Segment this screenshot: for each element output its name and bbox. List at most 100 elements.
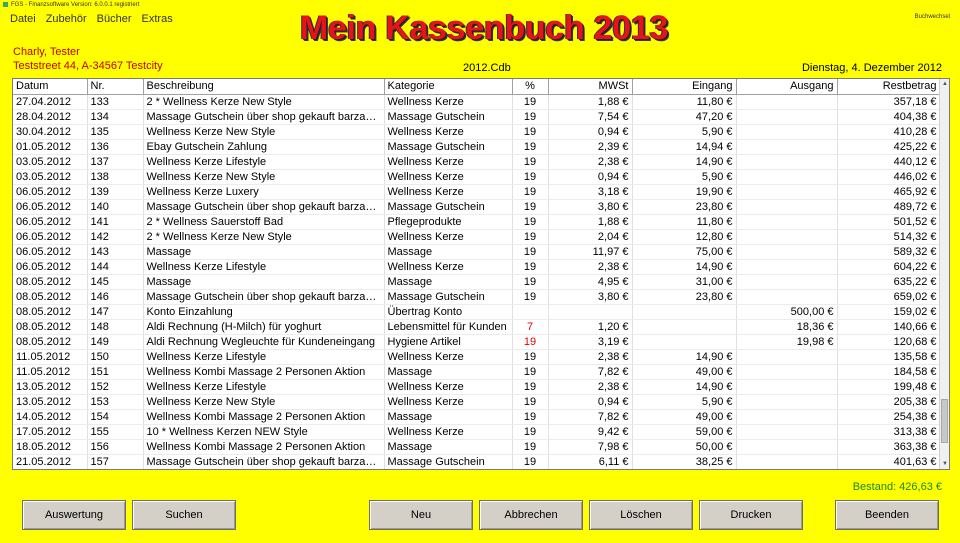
- cell-restbetrag: 254,38 €: [837, 409, 941, 425]
- user-name: Charly, Tester: [13, 46, 80, 58]
- table-row[interactable]: 21.05.2012158Wellness Kombi Massage 1ne …: [13, 469, 940, 470]
- table-row[interactable]: 06.05.2012 140 Massage Gutschein über shop…: [13, 199, 941, 215]
- cell-mwst: 3,18 €: [548, 184, 633, 200]
- cell-kategorie: Wellness Kombi Massa...: [384, 469, 512, 470]
- cell-restbetrag: 184,58 €: [837, 364, 941, 380]
- table-row[interactable]: 13.05.2012 152 Wellness Kerze Lifestyle Wel…: [13, 379, 941, 395]
- table-row[interactable]: 08.05.2012 146 Massage Gutschein über shop…: [13, 289, 941, 305]
- suchen-button[interactable]: Suchen: [132, 500, 236, 530]
- table-row[interactable]: 14.05.2012 154 Wellness Kombi Massage 2 Pe…: [13, 409, 941, 425]
- cell-eingang: 23,80 €: [632, 289, 737, 305]
- cell-kategorie: Massage Gutschein: [384, 454, 513, 469]
- cell-eingang: [632, 334, 737, 350]
- cell-ausgang: [736, 364, 838, 380]
- col-prozent[interactable]: %: [512, 79, 549, 95]
- table-row[interactable]: 08.05.2012 148 Aldi Rechnung (H-Milch) für…: [13, 319, 941, 335]
- cell-mwst: 6,11 €: [548, 454, 633, 469]
- table-row[interactable]: 17.05.2012 155 10 * Wellness Kerzen NEW St…: [13, 424, 941, 440]
- table-row[interactable]: 08.05.2012 147 Konto Einzahlung Übertrag Ko…: [13, 304, 941, 320]
- abbrechen-button[interactable]: Abbrechen: [479, 500, 583, 530]
- scroll-down-icon[interactable]: ▼: [940, 459, 949, 469]
- cell-restbetrag: 313,38 €: [837, 424, 941, 440]
- cell-kategorie: Wellness Kerze: [384, 379, 513, 395]
- table-row[interactable]: 27.04.2012 133 2 * Wellness Kerze New Styl…: [13, 94, 941, 110]
- table-row[interactable]: 11.05.2012 150 Wellness Kerze Lifestyle Wel…: [13, 349, 941, 365]
- cell-mwst: 3,80 €: [548, 289, 633, 305]
- cell-kategorie: Massage Gutschein: [384, 289, 513, 305]
- user-address: Teststreet 44, A-34567 Testcity: [13, 60, 163, 72]
- cell-nr: 150: [87, 349, 144, 365]
- cell-nr: 157: [87, 454, 144, 469]
- cell-restbetrag: 589,32 €: [837, 244, 941, 260]
- cell-nr: 142: [87, 229, 144, 245]
- cell-datum: 08.05.2012: [13, 289, 88, 305]
- cell-ausgang: [736, 124, 838, 140]
- cell-ausgang: 18,36 €: [736, 319, 838, 335]
- cell-eingang: 5,90 €: [632, 124, 737, 140]
- table-row[interactable]: 30.04.2012 135 Wellness Kerze New Style Wel…: [13, 124, 941, 140]
- table-row[interactable]: 01.05.2012 136 Ebay Gutschein Zahlung Massa…: [13, 139, 941, 155]
- neu-button[interactable]: Neu: [369, 500, 473, 530]
- table-row[interactable]: 03.05.2012 138 Wellness Kerze New Style Wel…: [13, 169, 941, 185]
- table-row[interactable]: 08.05.2012 145 Massage Massage 19 4,95 €31,00…: [13, 274, 941, 290]
- table-row[interactable]: 11.05.2012 151 Wellness Kombi Massage 2 Pe…: [13, 364, 941, 380]
- scroll-thumb[interactable]: [941, 399, 948, 443]
- table-row[interactable]: 28.04.2012 134 Massage Gutschein über shop…: [13, 109, 941, 125]
- app-title: Mein Kassenbuch 2013: [299, 9, 669, 47]
- vertical-scrollbar[interactable]: ▲ ▼: [939, 79, 949, 469]
- table-row[interactable]: 06.05.2012 139 Wellness Kerze Luxery Wellne…: [13, 184, 941, 200]
- cell-eingang: 75,00 €: [632, 244, 737, 260]
- cell-restbetrag: 410,28 €: [837, 124, 941, 140]
- cell-eingang: 14,94 €: [632, 139, 737, 155]
- table-row[interactable]: 06.05.2012 142 2 * Wellness Kerze New Styl…: [13, 229, 941, 245]
- table-row[interactable]: 21.05.2012 157 Massage Gutschein über shop…: [13, 454, 941, 469]
- cell-datum: 06.05.2012: [13, 184, 88, 200]
- col-eingang[interactable]: Eingang: [632, 79, 737, 95]
- table-row[interactable]: 03.05.2012 137 Wellness Kerze Lifestyle Wel…: [13, 154, 941, 170]
- col-ausgang[interactable]: Ausgang: [736, 79, 838, 95]
- col-datum[interactable]: Datum: [13, 79, 88, 95]
- cell-prozent: 19: [512, 349, 549, 365]
- app-icon: [3, 1, 8, 7]
- table-row[interactable]: 06.05.2012 143 Massage Massage 19 11,97 €75,0…: [13, 244, 941, 260]
- cell-prozent: 7: [512, 319, 549, 335]
- cell-beschreibung: Wellness Kerze Lifestyle: [143, 349, 385, 365]
- cell-mwst: 1,88 €: [548, 94, 633, 110]
- col-nr[interactable]: Nr.: [87, 79, 144, 95]
- cell-ausgang: [736, 469, 837, 470]
- table-row[interactable]: 06.05.2012 144 Wellness Kerze Lifestyle Wel…: [13, 259, 941, 275]
- cell-kategorie: Wellness Kerze: [384, 184, 513, 200]
- cell-nr: 135: [87, 124, 144, 140]
- cell-beschreibung: 2 * Wellness Kerze New Style: [143, 94, 385, 110]
- buchwechsel-link[interactable]: Buchwechsel: [915, 14, 950, 20]
- cell-kategorie: Massage: [384, 439, 513, 455]
- col-beschreibung[interactable]: Beschreibung: [143, 79, 385, 95]
- cell-eingang: [632, 319, 737, 335]
- drucken-button[interactable]: Drucken: [699, 500, 803, 530]
- cell-prozent: 19: [512, 364, 549, 380]
- cell-restbetrag: 363,38 €: [837, 439, 941, 455]
- cell-nr: 143: [87, 244, 144, 260]
- table-row[interactable]: 08.05.2012 149 Aldi Rechnung Wegleuchte fü…: [13, 334, 941, 350]
- cell-eingang: 38,25 €: [632, 454, 737, 469]
- cell-beschreibung: Ebay Gutschein Zahlung: [143, 139, 385, 155]
- cell-prozent: 19: [512, 154, 549, 170]
- cell-datum: 28.04.2012: [13, 109, 88, 125]
- col-restbetrag[interactable]: Restbetrag: [837, 79, 941, 95]
- cell-beschreibung: Wellness Kombi Massage 2 Personen Aktion: [143, 409, 385, 425]
- col-kategorie[interactable]: Kategorie: [384, 79, 513, 95]
- scroll-up-icon[interactable]: ▲: [940, 79, 949, 89]
- cell-eingang: 50,00 €: [632, 439, 737, 455]
- loeschen-button[interactable]: Löschen: [589, 500, 693, 530]
- auswertung-button[interactable]: Auswertung: [22, 500, 126, 530]
- cell-prozent: [512, 304, 549, 320]
- cell-datum: 08.05.2012: [13, 274, 88, 290]
- cell-eingang: 59,00 €: [632, 424, 737, 440]
- col-mwst[interactable]: MWSt: [548, 79, 633, 95]
- table-row[interactable]: 06.05.2012 141 2 * Wellness Sauerstoff Bad…: [13, 214, 941, 230]
- cell-kategorie: Wellness Kerze: [384, 349, 513, 365]
- beenden-button[interactable]: Beenden: [835, 500, 939, 530]
- table-row[interactable]: 13.05.2012 153 Wellness Kerze New Style Wel…: [13, 394, 941, 410]
- table-row[interactable]: 18.05.2012 156 Wellness Kombi Massage 2 Pe…: [13, 439, 941, 455]
- cell-ausgang: [736, 349, 838, 365]
